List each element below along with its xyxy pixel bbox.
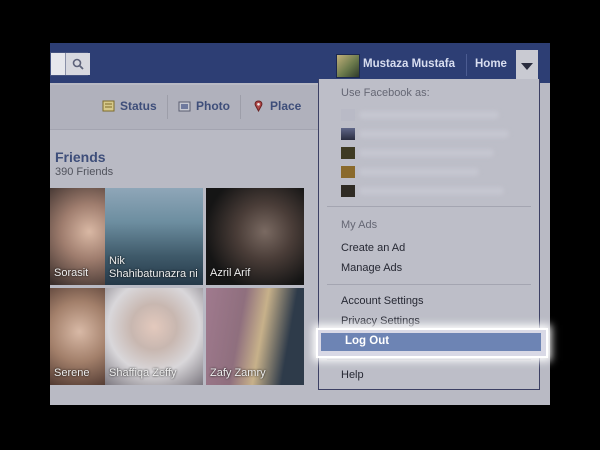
- friend-name: Serene: [54, 367, 90, 379]
- status-icon: [102, 100, 115, 112]
- page-name-redacted[interactable]: [359, 149, 494, 157]
- help-item[interactable]: Help: [341, 369, 364, 381]
- profile-name-link[interactable]: Mustaza Mustafa: [363, 58, 455, 70]
- page-name-redacted[interactable]: [359, 168, 479, 176]
- menu-divider: [327, 284, 531, 285]
- photo-label: Photo: [196, 99, 230, 113]
- composer-divider: [240, 95, 241, 119]
- menu-divider: [327, 206, 531, 207]
- log-out-item[interactable]: Log Out: [321, 333, 541, 351]
- search-input[interactable]: [50, 52, 90, 76]
- friend-name: Sorasit: [54, 267, 89, 279]
- friends-count: 390 Friends: [55, 166, 114, 178]
- friend-name: Shaffiqa Zeffy: [109, 367, 177, 379]
- friend-tile[interactable]: Shaffiqa Zeffy: [105, 288, 203, 385]
- top-navigation-bar: Mustaza Mustafa Home: [50, 43, 550, 83]
- page-name-redacted[interactable]: [359, 130, 509, 138]
- place-label: Place: [270, 99, 302, 113]
- page-avatar[interactable]: [341, 147, 355, 159]
- status-tab[interactable]: Status: [102, 99, 157, 113]
- page-avatar[interactable]: [341, 109, 355, 121]
- friend-tile[interactable]: Zafy Zamry: [206, 288, 304, 385]
- place-icon: [254, 100, 263, 112]
- use-facebook-as-label: Use Facebook as:: [341, 87, 430, 99]
- friend-tile[interactable]: Nik Shahibatunazra ni: [105, 188, 203, 285]
- nav-divider: [466, 54, 467, 76]
- composer-divider: [167, 95, 168, 119]
- manage-ads-item[interactable]: Manage Ads: [341, 262, 402, 274]
- log-out-label: Log Out: [345, 335, 390, 347]
- account-settings-item[interactable]: Account Settings: [341, 295, 424, 307]
- profile-avatar[interactable]: [336, 54, 360, 78]
- friends-heading[interactable]: Friends: [55, 149, 106, 165]
- friend-name: Nik Shahibatunazra ni: [109, 255, 198, 280]
- account-menu-toggle[interactable]: [516, 50, 538, 80]
- home-link[interactable]: Home: [475, 58, 507, 70]
- privacy-settings-item[interactable]: Privacy Settings: [341, 315, 420, 327]
- page-name-redacted[interactable]: [359, 111, 499, 119]
- photo-tab[interactable]: Photo: [178, 99, 230, 113]
- page-avatar[interactable]: [341, 128, 355, 140]
- friend-tile[interactable]: Azril Arif: [206, 188, 304, 285]
- search-button[interactable]: [65, 53, 90, 75]
- search-icon: [72, 58, 84, 70]
- page-avatar[interactable]: [341, 166, 355, 178]
- friend-name: Azril Arif: [210, 267, 251, 279]
- photo-icon: [178, 101, 191, 112]
- page-avatar[interactable]: [341, 185, 355, 197]
- my-ads-label: My Ads: [341, 219, 378, 231]
- chevron-down-icon: [521, 63, 533, 70]
- create-ad-item[interactable]: Create an Ad: [341, 242, 405, 254]
- page-name-redacted[interactable]: [359, 187, 504, 195]
- log-out-highlight[interactable]: Log Out: [316, 328, 548, 358]
- place-tab[interactable]: Place: [252, 99, 301, 113]
- menu-divider: [327, 359, 531, 360]
- composer-bar: Status Photo Place: [50, 85, 320, 130]
- friend-name: Zafy Zamry: [210, 367, 266, 379]
- status-label: Status: [120, 99, 157, 113]
